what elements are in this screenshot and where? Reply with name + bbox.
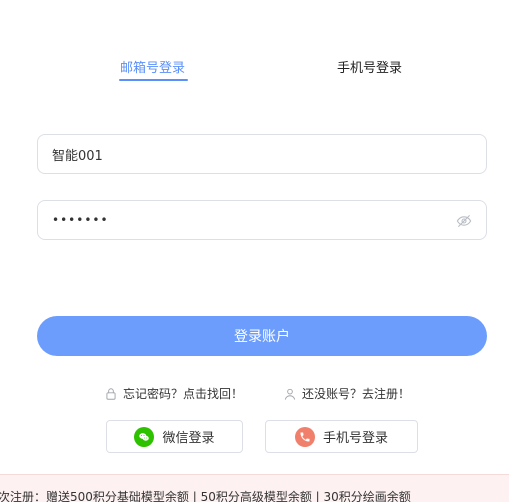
promo-text: 首次注册：赠送500积分基础模型余额 | 50积分高级模型余额 | 30积分绘画… xyxy=(0,490,411,502)
active-tab-indicator xyxy=(119,79,188,81)
wechat-icon xyxy=(134,426,155,447)
username-field-wrapper xyxy=(37,134,487,174)
login-submit-button[interactable]: 登录账户 xyxy=(37,316,487,356)
password-field-wrapper xyxy=(37,200,487,240)
phone-icon xyxy=(294,426,315,447)
wechat-login-button[interactable]: 微信登录 xyxy=(106,420,243,453)
eye-hidden-icon[interactable] xyxy=(456,213,472,229)
login-page: 邮箱号登录 手机号登录 登录账户 忘记密码？点击找回！ 还没账号？去注册！ xyxy=(0,0,509,502)
wechat-login-label: 微信登录 xyxy=(162,431,215,446)
user-icon xyxy=(284,388,296,400)
tab-phone-login[interactable]: 手机号登录 xyxy=(337,57,402,76)
register-link[interactable]: 还没账号？去注册！ xyxy=(283,385,410,402)
phone-login-label: 手机号登录 xyxy=(322,431,388,446)
username-input[interactable] xyxy=(38,135,486,173)
register-label: 还没账号？去注册！ xyxy=(302,387,411,401)
promo-banner: 首次注册：赠送500积分基础模型余额 | 50积分高级模型余额 | 30积分绘画… xyxy=(0,474,509,502)
password-input[interactable] xyxy=(38,201,486,239)
lock-icon xyxy=(106,387,116,400)
forgot-password-link[interactable]: 忘记密码？点击找回！ xyxy=(104,385,243,402)
tab-email-login[interactable]: 邮箱号登录 xyxy=(120,57,185,76)
phone-login-button[interactable]: 手机号登录 xyxy=(265,420,418,453)
forgot-password-label: 忘记密码？点击找回！ xyxy=(123,387,244,401)
